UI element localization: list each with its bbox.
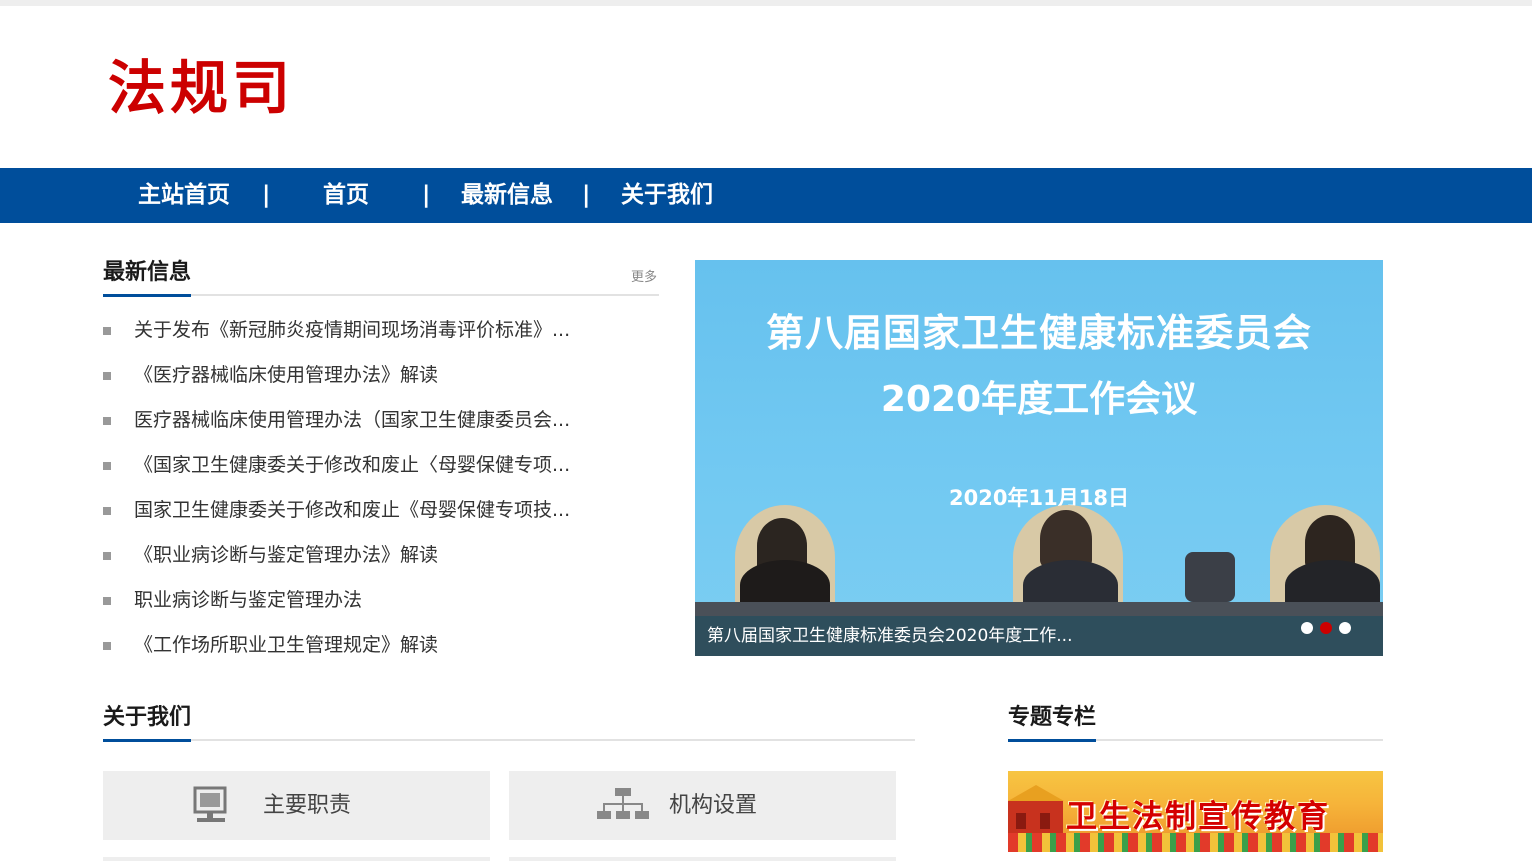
bullet-icon [103, 507, 111, 515]
org-chart-icon [597, 788, 649, 819]
card-row-2-edge [103, 857, 490, 861]
news-item[interactable]: 国家卫生健康委关于修改和废止《母婴保健专项技... [103, 488, 663, 533]
section-title-latest: 最新信息 [103, 258, 192, 297]
bullet-icon [103, 417, 111, 425]
about-header: 关于我们 [103, 703, 915, 742]
bullet-icon [103, 462, 111, 470]
top-strip [0, 0, 1532, 6]
bullet-icon [103, 552, 111, 560]
nav-separator: | [262, 182, 271, 208]
news-item[interactable]: 关于发布《新冠肺炎疫情期间现场消毒评价标准》... [103, 308, 663, 353]
monitor-icon [193, 786, 227, 822]
slider-dot-active[interactable] [1320, 622, 1332, 634]
bullet-icon [103, 327, 111, 335]
nav-item-main-site[interactable]: 主站首页 [138, 168, 230, 223]
card-label: 机构设置 [669, 793, 758, 818]
news-item[interactable]: 《国家卫生健康委关于修改和废止〈母婴保健专项... [103, 443, 663, 488]
news-slider[interactable]: 第八届国家卫生健康标准委员会 2020年度工作会议 2020年11月18日 第八… [695, 260, 1383, 656]
nav-separator: | [422, 182, 431, 208]
news-item[interactable]: 职业病诊断与鉴定管理办法 [103, 578, 663, 623]
news-item[interactable]: 《医疗器械临床使用管理办法》解读 [103, 353, 663, 398]
main-nav: 主站首页 | 首页 | 最新信息 | 关于我们 [0, 168, 1532, 223]
nav-item-latest[interactable]: 最新信息 [461, 168, 553, 223]
slide-caption[interactable]: 第八届国家卫生健康标准委员会2020年度工作... [707, 616, 1127, 656]
card-org-structure[interactable]: 机构设置 [509, 771, 896, 840]
slide-headline: 第八届国家卫生健康标准委员会 [765, 311, 1312, 355]
card-row-2-edge [509, 857, 896, 861]
news-item[interactable]: 医疗器械临床使用管理办法（国家卫生健康委员会... [103, 398, 663, 443]
bullet-icon [103, 372, 111, 380]
slider-dot[interactable] [1301, 622, 1313, 634]
news-list: 关于发布《新冠肺炎疫情期间现场消毒评价标准》... 《医疗器械临床使用管理办法》… [103, 308, 663, 668]
bullet-icon [103, 597, 111, 605]
slider-dot[interactable] [1339, 622, 1351, 634]
nav-item-about[interactable]: 关于我们 [621, 168, 713, 223]
topics-header: 专题专栏 [1008, 703, 1383, 742]
more-link[interactable]: 更多 [631, 266, 657, 285]
nav-item-home[interactable]: 首页 [323, 168, 369, 223]
news-item[interactable]: 《职业病诊断与鉴定管理办法》解读 [103, 533, 663, 578]
section-title-topics: 专题专栏 [1008, 703, 1097, 742]
card-label: 主要职责 [263, 793, 352, 818]
section-title-about: 关于我们 [103, 703, 192, 742]
banner-text: 卫生法制宣传教育 [1066, 799, 1330, 835]
site-logo[interactable]: 法规司 [108, 52, 294, 124]
topic-banner[interactable]: 卫生法制宣传教育 [1008, 771, 1383, 852]
news-item[interactable]: 《工作场所职业卫生管理规定》解读 [103, 623, 663, 668]
nav-separator: | [582, 182, 591, 208]
card-main-duties[interactable]: 主要职责 [103, 771, 490, 840]
latest-news-header: 最新信息 更多 [103, 258, 659, 297]
slide-caption-bar: 第八届国家卫生健康标准委员会2020年度工作... [695, 616, 1383, 656]
slide-subheadline: 2020年度工作会议 [880, 379, 1198, 420]
bullet-icon [103, 642, 111, 650]
